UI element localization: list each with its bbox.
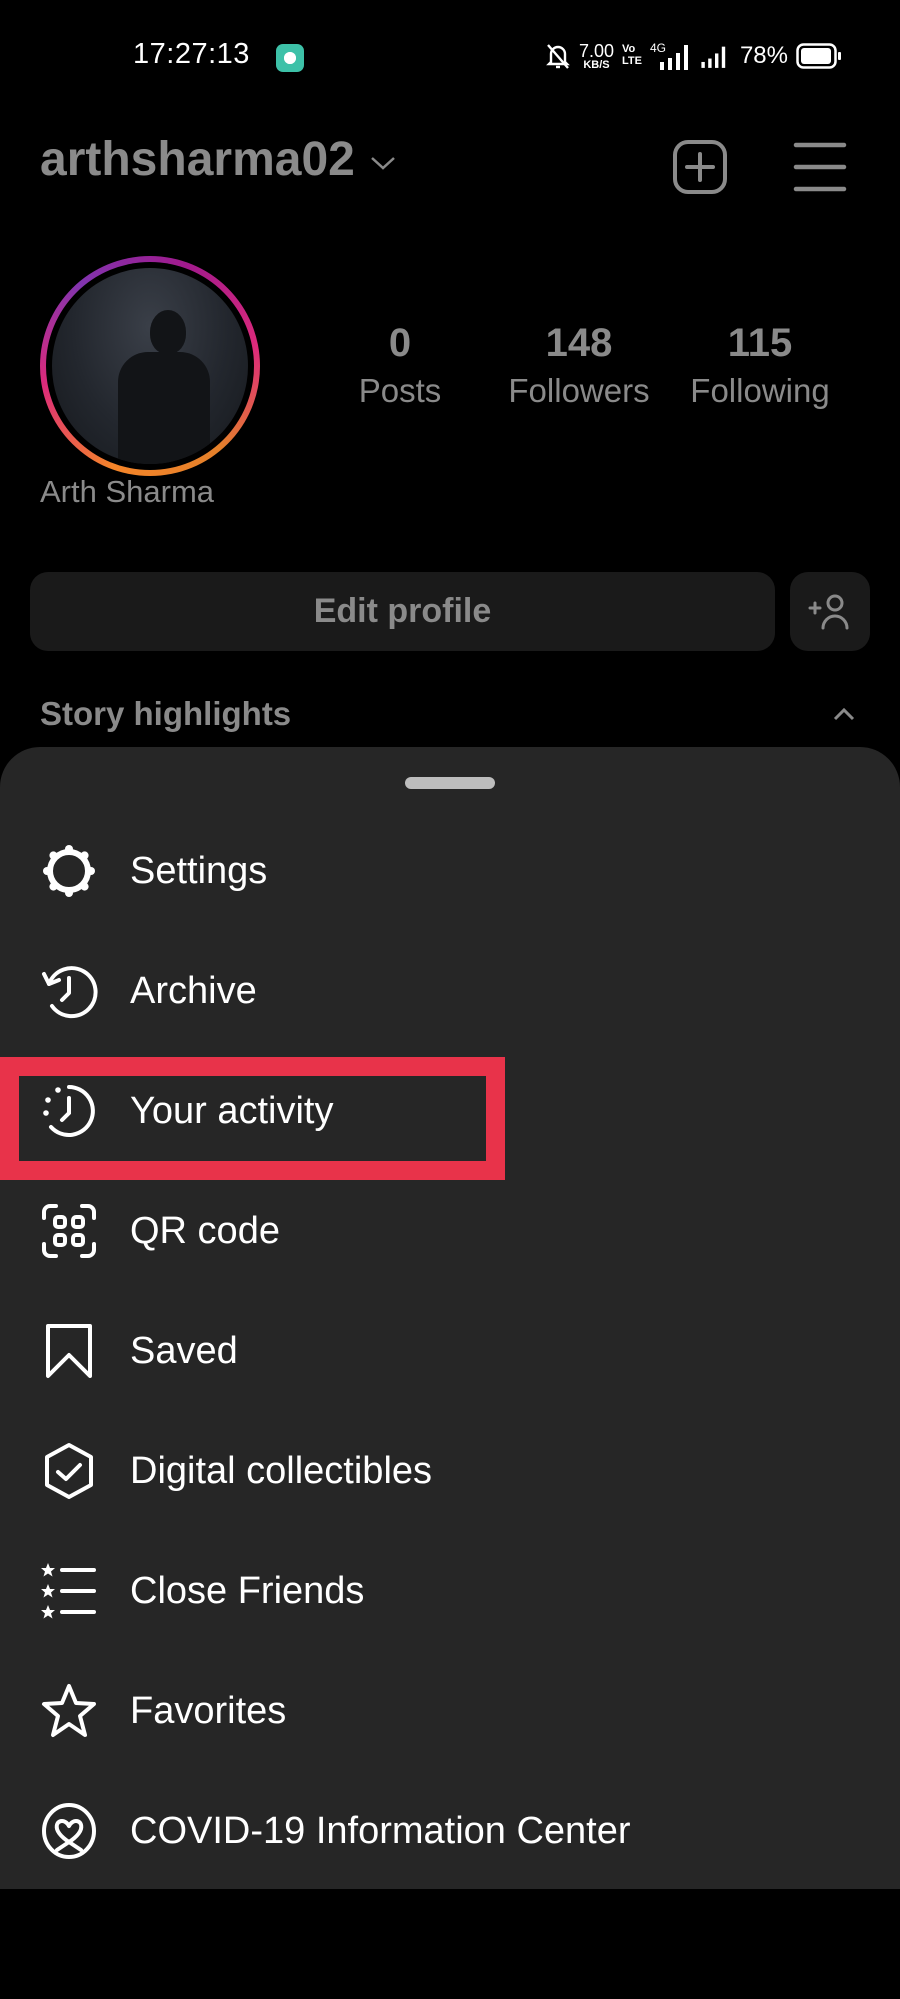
discover-people-button[interactable] [790,572,870,651]
status-bar: 17:27:13 7.00 KB/S Vo LTE 4G 78% [0,0,900,110]
profile-stats: 0 Posts 148 Followers 115 Following [320,318,860,428]
signal-icon [701,46,726,68]
bookmark-icon [36,1318,102,1384]
hamburger-menu-icon[interactable] [792,138,850,196]
options-bottom-sheet: Settings Archive Your activity QR code S… [0,747,900,1889]
covid-heart-icon [36,1798,102,1864]
menu-item-qr-code[interactable]: QR code [0,1171,900,1291]
menu-item-settings[interactable]: Settings [0,811,900,931]
battery-icon [796,43,841,69]
add-post-icon[interactable] [671,138,729,196]
edit-profile-button[interactable]: Edit profile [30,572,775,651]
network-speed: 7.00 KB/S [578,40,614,71]
avatar-photo [52,268,248,464]
volte-indicator: Vo LTE [621,43,642,67]
battery-percent: 78% [739,42,788,69]
menu-item-saved[interactable]: Saved [0,1291,900,1411]
star-list-icon [36,1558,102,1624]
add-person-icon [808,594,849,629]
menu-item-covid-info[interactable]: COVID-19 Information Center [0,1771,900,1891]
bell-muted-icon [546,44,570,69]
signal-icon: 4G [650,41,688,70]
menu-item-close-friends[interactable]: Close Friends [0,1531,900,1651]
settings-gear-icon [36,838,102,904]
star-icon [36,1678,102,1744]
svg-text:4G: 4G [650,41,666,55]
chevron-up-icon[interactable] [832,706,856,722]
qr-code-icon [36,1198,102,1264]
hexagon-check-icon [36,1438,102,1504]
menu-item-archive[interactable]: Archive [0,931,900,1051]
notification-app-icon [276,44,304,72]
profile-avatar[interactable] [40,256,260,476]
menu-item-digital-collectibles[interactable]: Digital collectibles [0,1411,900,1531]
story-highlights-label: Story highlights [40,695,292,732]
stat-following[interactable]: 115 Following [670,318,850,414]
stat-followers[interactable]: 148 Followers [489,318,669,414]
activity-clock-icon [36,1078,102,1144]
status-time: 17:27:13 [133,38,250,70]
stat-posts[interactable]: 0 Posts [310,318,490,414]
sheet-drag-handle[interactable] [405,777,495,789]
menu-item-favorites[interactable]: Favorites [0,1651,900,1771]
account-switcher[interactable]: arthsharma02 [40,132,397,187]
menu-item-your-activity[interactable]: Your activity [0,1051,900,1171]
username: arthsharma02 [40,133,355,186]
full-name: Arth Sharma [40,474,215,509]
status-icons: 7.00 KB/S Vo LTE 4G 78% [545,36,842,76]
archive-history-icon [36,958,102,1024]
chevron-down-icon [371,156,395,170]
